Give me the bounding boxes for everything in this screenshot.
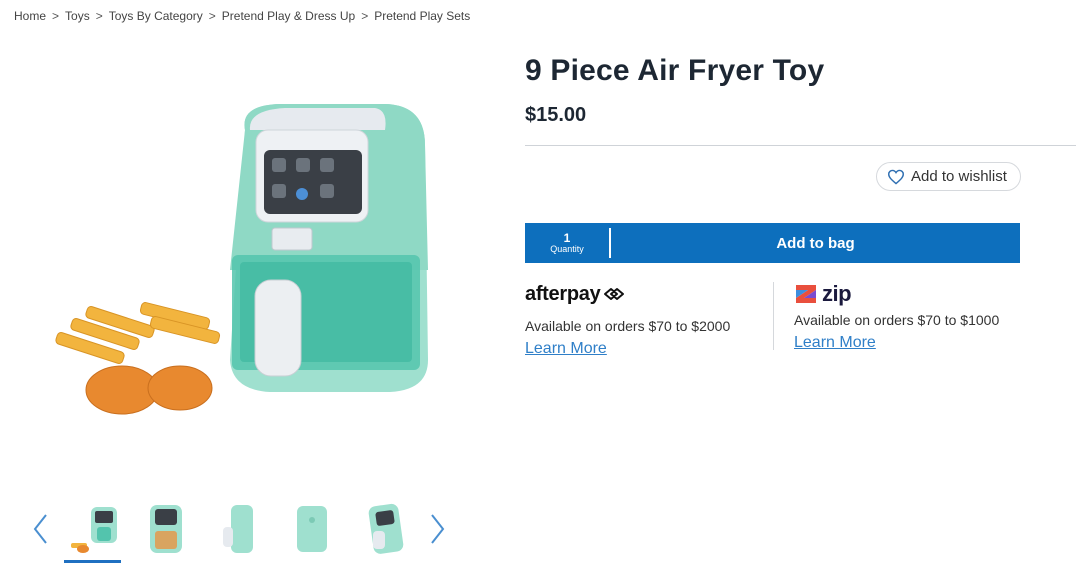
breadcrumb-toys-by-category[interactable]: Toys By Category bbox=[109, 9, 203, 23]
purchase-bar: 1 Quantity Add to bag bbox=[525, 223, 1020, 263]
afterpay-logo-text: afterpay bbox=[525, 282, 601, 305]
chevron-left-icon bbox=[33, 514, 47, 544]
thumbnail-prev-button[interactable] bbox=[24, 499, 56, 559]
afterpay-arrows-icon bbox=[604, 288, 625, 300]
thumbnail-4[interactable] bbox=[282, 497, 343, 561]
breadcrumb-pretend-play-sets[interactable]: Pretend Play Sets bbox=[374, 9, 470, 23]
zip-learn-more-link[interactable]: Learn More bbox=[794, 334, 876, 352]
zip-logo: zip bbox=[794, 280, 1034, 308]
air-fryer-toy-image bbox=[55, 104, 428, 415]
thumbnail-image bbox=[70, 507, 117, 553]
breadcrumb: Home > Toys > Toys By Category > Pretend… bbox=[14, 9, 470, 23]
thumbnail-3[interactable] bbox=[208, 497, 269, 561]
afterpay-learn-more-link[interactable]: Learn More bbox=[525, 340, 607, 358]
breadcrumb-home[interactable]: Home bbox=[14, 9, 46, 23]
breadcrumb-separator: > bbox=[361, 9, 369, 23]
thumbnail-image bbox=[149, 505, 182, 553]
zip-section: zip Available on orders $70 to $1000 Lea… bbox=[794, 280, 1034, 352]
zip-mark-icon bbox=[796, 285, 816, 303]
product-title: 9 Piece Air Fryer Toy bbox=[525, 54, 825, 87]
wishlist-label: Add to wishlist bbox=[911, 168, 1007, 185]
zip-logo-text: zip bbox=[822, 281, 852, 306]
chevron-right-icon bbox=[430, 514, 445, 544]
breadcrumb-separator: > bbox=[52, 9, 60, 23]
thumbnail-carousel bbox=[24, 494, 454, 564]
product-main-image[interactable] bbox=[40, 90, 460, 450]
thumbnail-image bbox=[368, 503, 404, 554]
quantity-label: Quantity bbox=[550, 244, 584, 254]
thumbnail-next-button[interactable] bbox=[422, 499, 454, 559]
thumbnail-2[interactable] bbox=[135, 497, 196, 561]
add-to-bag-button[interactable]: Add to bag bbox=[611, 235, 1020, 252]
payment-divider bbox=[773, 282, 774, 350]
quantity-value: 1 bbox=[563, 231, 571, 245]
thumbnail-1[interactable] bbox=[62, 497, 123, 563]
thumbnail-image bbox=[297, 506, 328, 552]
breadcrumb-toys[interactable]: Toys bbox=[65, 9, 90, 23]
breadcrumb-separator: > bbox=[208, 9, 216, 23]
afterpay-description: Available on orders $70 to $2000 bbox=[525, 318, 731, 334]
breadcrumb-pretend-play-dress-up[interactable]: Pretend Play & Dress Up bbox=[222, 9, 355, 23]
zip-description: Available on orders $70 to $1000 bbox=[794, 312, 1000, 328]
divider bbox=[525, 145, 1076, 146]
afterpay-logo: afterpay bbox=[525, 280, 765, 308]
add-to-wishlist-button[interactable]: Add to wishlist bbox=[876, 162, 1021, 191]
product-price: $15.00 bbox=[525, 104, 587, 126]
quantity-selector[interactable]: 1 Quantity bbox=[525, 223, 609, 263]
breadcrumb-separator: > bbox=[95, 9, 103, 23]
heart-icon bbox=[887, 169, 905, 185]
thumbnail-image bbox=[223, 505, 253, 553]
afterpay-section: afterpay Available on orders $70 to $200… bbox=[525, 280, 765, 358]
thumbnail-5[interactable] bbox=[355, 497, 416, 561]
